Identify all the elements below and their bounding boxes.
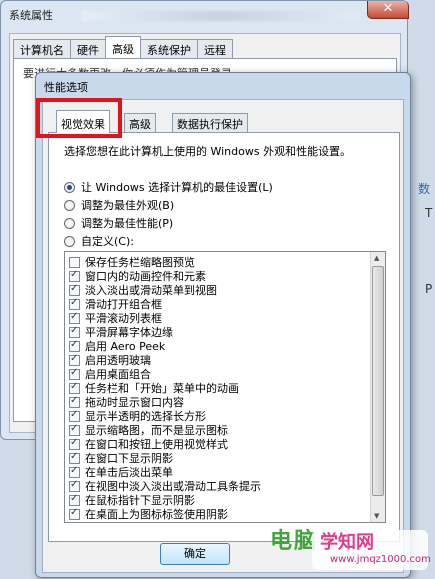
list-scrollbar[interactable]: ▲ ▼ [370,252,385,522]
list-item[interactable]: 平滑滚动列表框 [69,311,162,325]
checkbox-checked-icon[interactable] [69,381,80,394]
tab-system-protection[interactable]: 系统保护 [140,39,198,58]
tab-remote[interactable]: 远程 [197,39,233,58]
checkbox-checked-icon[interactable] [69,297,80,310]
list-item[interactable]: 窗口内的动画控件和元素 [69,269,206,283]
checkbox-checked-icon[interactable] [69,479,80,492]
background-text: 数 [418,182,431,196]
list-item[interactable]: 在单击后淡出菜单 [69,465,173,479]
scroll-up-icon[interactable]: ▲ [374,254,379,262]
background-text: P [425,282,433,296]
tab-computer-name[interactable]: 计算机名 [13,39,71,58]
ok-button[interactable]: 确定 [160,543,230,565]
checkbox-checked-icon[interactable] [69,367,80,380]
radio-label: 让 Windows 选择计算机的最佳设置(L) [81,181,273,194]
checkbox-checked-icon[interactable] [69,283,80,296]
radio-unselected-icon[interactable] [64,217,75,229]
list-item[interactable]: 显示半透明的选择长方形 [69,409,206,423]
list-item[interactable]: 拖动时显示窗口内容 [69,395,184,409]
system-tab-strip: 计算机名 硬件 高级 系统保护 远程 [13,36,233,59]
scroll-thumb[interactable] [372,266,384,496]
tab-data-execution-prevention[interactable]: 数据执行保护 [172,113,248,132]
list-item[interactable]: 在鼠标指针下显示阴影 [69,493,195,507]
perf-description: 选择您想在此计算机上使用的 Windows 外观和性能设置。 [64,145,352,158]
checkbox-checked-icon[interactable] [69,507,80,520]
list-item[interactable]: 在窗口下显示阴影 [69,451,173,465]
effect-label: 在桌面上为图标标签使用阴影 [85,508,228,521]
radio-let-windows-choose[interactable]: 让 Windows 选择计算机的最佳设置(L) [64,179,273,195]
radio-unselected-icon[interactable] [64,199,75,211]
tab-advanced[interactable]: 高级 [124,113,156,132]
list-item[interactable]: 平滑屏幕字体边缘 [69,325,173,339]
list-item[interactable]: 启用桌面组合 [69,367,151,381]
checkbox-checked-icon[interactable] [69,451,80,464]
checkbox-checked-icon[interactable] [69,325,80,338]
visual-effects-list[interactable]: 保存任务栏缩略图预览 窗口内的动画控件和元素 淡入淡出或滑动菜单到视图 滑动打开… [64,251,386,523]
list-item[interactable]: 在桌面上为图标标签使用阴影 [69,507,228,521]
checkbox-checked-icon[interactable] [69,353,80,366]
radio-label: 调整为最佳外观(B) [81,199,175,212]
checkbox-checked-icon[interactable] [69,269,80,282]
radio-selected-icon[interactable] [64,181,75,193]
background-text: T [425,206,433,220]
perf-dialog-title: 性能选项 [44,81,88,94]
radio-label: 调整为最佳性能(P) [81,217,174,230]
blurred-title-text [81,11,361,21]
performance-options-dialog: 性能选项 视觉效果 高级 数据执行保护 选择您想在此计算机上使用的 Window… [35,72,411,578]
radio-best-performance[interactable]: 调整为最佳性能(P) [64,215,173,231]
checkbox-checked-icon[interactable] [69,465,80,478]
list-item[interactable]: 任务栏和「开始」菜单中的动画 [69,381,239,395]
list-item[interactable]: 滑动打开组合框 [69,297,162,311]
watermark-url: www.jmqz1000.com [330,554,431,565]
checkbox-checked-icon[interactable] [69,311,80,324]
radio-unselected-icon[interactable] [64,235,75,247]
radio-label: 自定义(C): [81,235,134,248]
list-item[interactable]: 启用 Aero Peek [69,339,165,353]
scroll-down-icon[interactable]: ▼ [374,512,379,520]
checkbox-checked-icon[interactable] [69,409,80,422]
tab-advanced-system[interactable]: 高级 [105,36,141,58]
list-item[interactable]: 淡入淡出或滑动菜单到视图 [69,283,217,297]
checkbox-checked-icon[interactable] [69,423,80,436]
system-close-button[interactable]: ✕ [367,1,409,19]
system-window-title: 系统属性 [9,9,53,22]
checkbox-checked-icon[interactable] [69,395,80,408]
list-item[interactable]: 保存任务栏缩略图预览 [69,255,195,269]
tab-hardware[interactable]: 硬件 [70,39,106,58]
list-item[interactable]: 启用透明玻璃 [69,353,151,367]
list-item[interactable]: 显示缩略图，而不是显示图标 [69,423,228,437]
list-item[interactable]: 在视图中淡入淡出或滑动工具条提示 [69,479,261,493]
checkbox-checked-icon[interactable] [69,493,80,506]
checkbox-checked-icon[interactable] [69,339,80,352]
checkbox-icon[interactable] [69,256,80,268]
radio-best-appearance[interactable]: 调整为最佳外观(B) [64,197,174,213]
checkbox-checked-icon[interactable] [69,437,80,450]
watermark-text: 电脑 [270,528,319,554]
highlight-annotation [36,98,122,138]
list-item[interactable]: 在窗口和按钮上使用视觉样式 [69,437,228,451]
watermark-logo-text: 学知网 [320,532,374,553]
radio-custom[interactable]: 自定义(C): [64,233,134,249]
